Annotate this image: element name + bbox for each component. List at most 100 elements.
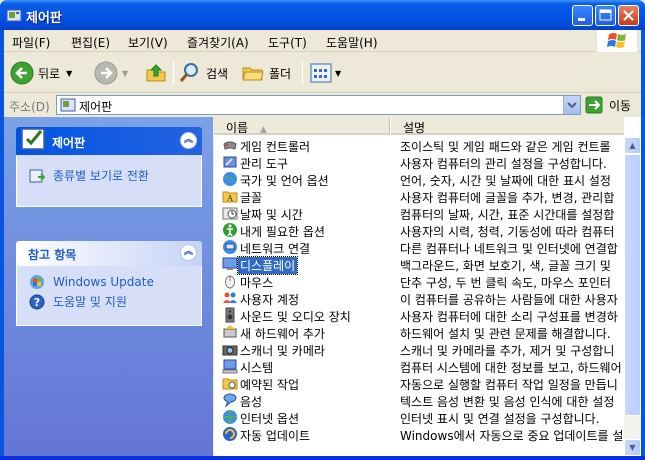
scroll-up-button[interactable]: ▲ (624, 137, 641, 154)
maximize-button[interactable] (595, 5, 616, 26)
help-and-support-link[interactable]: ? 도움말 및 지원 (29, 293, 127, 310)
chevron-up-icon[interactable]: ︽ (180, 244, 197, 261)
address-dropdown-button[interactable] (563, 96, 580, 114)
see-also-box-body: Windows Update ? 도움말 및 지원 (16, 266, 202, 326)
title-bar[interactable]: 제어판 (0, 0, 645, 30)
folders-button[interactable]: 폴더 (241, 59, 291, 87)
list-item[interactable]: A 글꼴 사용자 컴퓨터에 글꼴을 추가, 변경, 관리합 (214, 188, 624, 205)
views-dropdown-icon[interactable]: ▼ (335, 69, 341, 78)
internet-icon (223, 410, 237, 424)
address-bar: 주소(D) 제어판 이동 (4, 94, 641, 116)
back-button[interactable]: 뒤로 ▼ (10, 59, 72, 87)
network-icon (223, 240, 237, 254)
list-item-name: 국가 및 언어 옵션 (240, 174, 329, 188)
scroll-down-button[interactable]: ▼ (624, 439, 641, 456)
list-item[interactable]: 사운드 및 오디오 장치 사용자 컴퓨터에 대한 소리 구성표를 변경하 (214, 307, 624, 324)
list-item-description: 단추 구성, 두 번 클릭 속도, 마우스 포인터 (400, 276, 611, 290)
list-item-name: 네트워크 연결 (240, 242, 311, 256)
speaker-icon (225, 307, 235, 323)
list-item-description: 텍스트 음성 변환 및 음성 인식에 대한 설정 (400, 395, 615, 409)
scroll-thumb[interactable] (624, 154, 641, 416)
menu-file[interactable]: 파일(F) (12, 34, 50, 51)
forward-button[interactable]: ▼ (94, 59, 128, 87)
list-item-name: 내게 필요한 옵션 (240, 225, 325, 239)
vertical-scrollbar[interactable]: ▲ ▼ (624, 137, 641, 456)
minimize-button[interactable] (572, 5, 593, 26)
list-item-name: 자동 업데이트 (240, 429, 311, 443)
address-input[interactable]: 제어판 (56, 95, 581, 115)
accessibility-icon (223, 223, 237, 237)
list-item-name: 글꼴 (240, 191, 263, 205)
toolbar-separator (173, 61, 174, 85)
menu-help[interactable]: 도움말(H) (326, 34, 378, 51)
list-item[interactable]: 날짜 및 시간 컴퓨터의 날짜, 시간, 표준 시간대를 설정합 (214, 205, 624, 222)
folders-label: 폴더 (269, 66, 292, 81)
list-item[interactable]: 음성 텍스트 음성 변환 및 음성 인식에 대한 설정 (214, 392, 624, 409)
file-list-view: 이름 ▲ 설명 게임 컨트롤러 조이스틱 및 게임 패드와 같은 게임 컨트롤 관리… (214, 117, 641, 456)
users-icon (223, 292, 237, 303)
see-also-box-header[interactable]: 참고 항목 ︽ (16, 241, 202, 266)
list-item[interactable]: 사용자 계정 이 컴퓨터를 공유하는 사람들에 대한 사용자 (214, 290, 624, 307)
globe-icon (223, 172, 237, 186)
control-panel-icon (60, 98, 76, 112)
search-button[interactable]: 검색 (178, 59, 228, 87)
up-folder-icon (146, 64, 166, 82)
chevron-up-icon[interactable]: ︽ (180, 132, 197, 149)
list-item-name: 새 하드웨어 추가 (240, 327, 325, 341)
list-item[interactable]: 관리 도구 사용자 컴퓨터의 관리 설정을 구성합니다. (214, 154, 624, 171)
tasks-folder-icon (222, 378, 238, 390)
go-button[interactable]: 이동 (585, 96, 631, 114)
control-panel-box-header[interactable]: 제어판 ︽ (16, 127, 202, 155)
sort-ascending-icon: ▲ (259, 125, 267, 135)
list-item[interactable]: 인터넷 옵션 인터넷 표시 및 연결 설정을 구성합니다. (214, 409, 624, 426)
list-item-description: 백그라운드, 화면 보호기, 색, 글꼴 크기 및 (400, 259, 611, 273)
menu-tools[interactable]: 도구(T) (268, 34, 307, 51)
control-panel-box-body: 종류별 보기로 전환 (16, 155, 202, 207)
up-folder-button[interactable] (144, 59, 168, 87)
list-item-description: 이 컴퓨터를 공유하는 사람들에 대한 사용자 (400, 293, 618, 307)
list-item-description: 하드웨어 설치 및 관련 문제를 해결합니다. (400, 327, 611, 341)
close-icon (623, 10, 634, 21)
list-item[interactable]: 내게 필요한 옵션 사용자의 시력, 청력, 기동성에 따라 컴퓨터 (214, 222, 624, 239)
windows-update-link[interactable]: Windows Update (29, 274, 154, 290)
hardware-icon (223, 325, 237, 338)
switch-view-icon (29, 169, 45, 182)
list-item[interactable]: 시스템 컴퓨터 시스템에 대한 정보를 보고, 하드웨어 (214, 358, 624, 375)
camera-icon (222, 345, 238, 356)
list-item-description: 사용자의 시력, 청력, 기동성에 따라 컴퓨터 (400, 225, 615, 239)
list-item[interactable]: 게임 컨트롤러 조이스틱 및 게임 패드와 같은 게임 컨트롤 (214, 137, 624, 154)
list-item[interactable]: 국가 및 언어 옵션 언어, 숫자, 시간 및 날짜에 대한 표시 설정 (214, 171, 624, 188)
back-dropdown-icon[interactable]: ▼ (66, 69, 72, 78)
close-button[interactable] (618, 5, 639, 26)
views-button[interactable]: ▼ (309, 59, 341, 87)
list-item[interactable]: 예약된 작업 자동으로 실행할 컴퓨터 작업 일정을 만듭니 (214, 375, 624, 392)
column-header-name-label: 이름 (226, 121, 249, 135)
control-panel-large-icon (21, 128, 45, 150)
list-item[interactable]: 자동 업데이트 Windows에서 자동으로 중요 업데이트를 설치 (214, 426, 624, 443)
column-header-name[interactable]: 이름 ▲ (214, 117, 390, 135)
list-item-description: 컴퓨터의 날짜, 시간, 표준 시간대를 설정합 (400, 208, 615, 222)
switch-to-category-view-link[interactable]: 종류별 보기로 전환 (29, 167, 149, 184)
windows-logo (597, 30, 637, 52)
back-label: 뒤로 (38, 66, 61, 81)
menu-view[interactable]: 보기(V) (128, 34, 168, 51)
list-item[interactable]: 스캐너 및 카메라 스캐너 및 카메라를 추가, 제거 및 구성합니 (214, 341, 624, 358)
menu-edit[interactable]: 편집(E) (71, 34, 110, 51)
system-icon (222, 359, 238, 374)
list-item-name: 관리 도구 (240, 157, 288, 171)
search-label: 검색 (206, 66, 229, 81)
list-item[interactable]: 디스플레이 백그라운드, 화면 보호기, 색, 글꼴 크기 및 (214, 256, 624, 275)
column-header-description[interactable]: 설명 (391, 117, 624, 135)
list-item-description: 언어, 숫자, 시간 및 날짜에 대한 표시 설정 (400, 174, 611, 188)
list-item[interactable]: 새 하드웨어 추가 하드웨어 설치 및 관련 문제를 해결합니다. (214, 324, 624, 341)
list-item-description: 사용자 컴퓨터에 대한 소리 구성표를 변경하 (400, 310, 618, 324)
window-title: 제어판 (26, 11, 62, 26)
menu-favorites[interactable]: 즐겨찾기(A) (187, 34, 249, 51)
help-icon: ? (29, 294, 45, 309)
back-arrow-icon (10, 61, 34, 85)
forward-dropdown-icon[interactable]: ▼ (122, 69, 128, 78)
list-item[interactable]: 마우스 단추 구성, 두 번 클릭 속도, 마우스 포인터 (214, 273, 624, 290)
forward-arrow-icon (94, 61, 118, 85)
minimize-icon (578, 18, 585, 21)
list-item[interactable]: 네트워크 연결 다른 컴퓨터나 네트워크 및 인터넷에 연결합 (214, 239, 624, 256)
